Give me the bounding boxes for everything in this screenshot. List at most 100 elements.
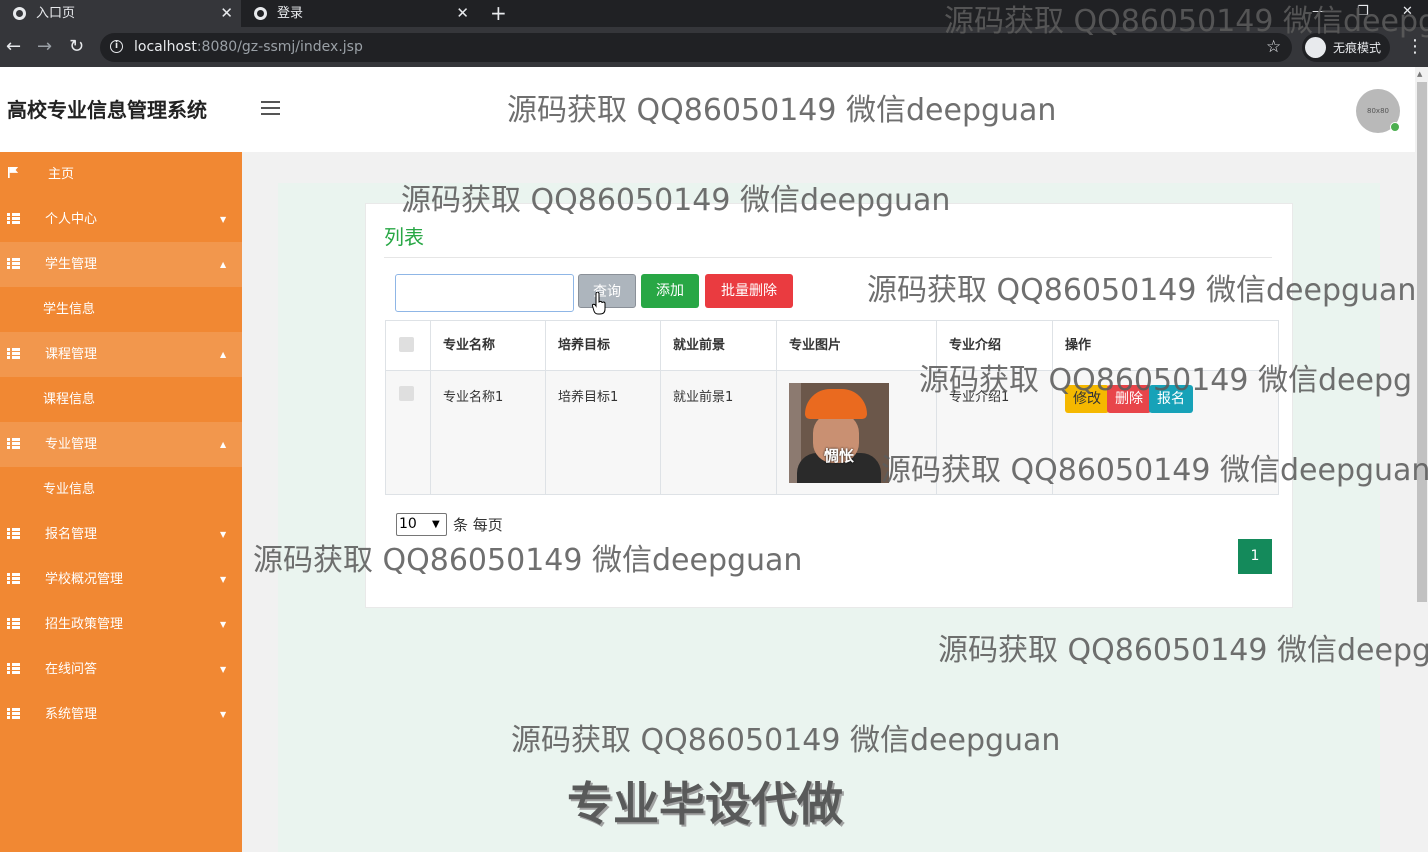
row-checkbox[interactable] [399,386,414,401]
sidebar-item-home[interactable]: 主页 [0,152,242,197]
column-header: 培养目标 [545,320,661,371]
app-title: 高校专业信息管理系统 [7,98,207,122]
sidebar-item-label: 课程信息 [43,392,96,407]
caret-down-icon: ▼ [220,620,227,629]
sidebar-item-label: 课程管理 [45,347,98,362]
sidebar-item-online-qa[interactable]: 在线问答 ▼ [0,647,242,692]
grid-icon [7,618,20,629]
incognito-label: 无痕模式 [1333,41,1382,55]
column-header: 专业名称 [430,320,546,371]
caret-up-icon: ▲ [220,350,227,359]
sidebar: 主页 个人中心 ▼ 学生管理 ▲ 学生信息 课程管理 ▲ 课程信息 专业管理 ▲… [0,152,242,852]
column-header: 专业图片 [776,320,937,371]
watermark-text: 源码获取 QQ86050149 微信deepguan [253,543,803,578]
sidebar-item-major-management[interactable]: 专业管理 ▲ [0,422,242,467]
incognito-icon [1305,37,1326,58]
caret-down-icon: ▼ [220,665,227,674]
watermark-text: 源码获取 QQ86050149 微信deepguan [401,183,951,218]
back-icon[interactable]: ← [6,34,21,60]
scrollbar-thumb[interactable] [1417,82,1427,602]
page-size-value: 10 [399,516,417,532]
caret-up-icon: ▲ [220,260,227,269]
sidebar-item-label: 主页 [48,167,75,182]
cell-major-name: 专业名称1 [430,370,546,495]
sidebar-item-label: 学生管理 [45,257,98,272]
search-input[interactable] [395,274,574,312]
query-button[interactable]: 查询 [578,274,636,308]
sidebar-item-system-management[interactable]: 系统管理 ▼ [0,692,242,737]
watermark-text: 源码获取 QQ86050149 微信deepguan [881,453,1428,488]
grid-icon [7,528,20,539]
new-tab-button[interactable]: + [490,0,507,27]
scroll-up-icon[interactable]: ▲ [1417,70,1422,78]
select-all-checkbox[interactable] [399,337,414,352]
hamburger-menu-icon[interactable] [261,101,280,115]
browser-tab-login[interactable]: 登录 ✕ [241,0,477,27]
grid-icon [7,213,20,224]
grid-icon [7,348,20,359]
sidebar-item-label: 招生政策管理 [45,617,124,632]
page-number-button[interactable]: 1 [1238,539,1272,574]
watermark-text: 源码获取 QQ86050149 微信deepguan [507,93,1057,128]
divider [384,257,1272,258]
online-status-dot [1390,122,1400,132]
watermark-text: 源码获取 QQ86050149 微信deepg [919,363,1413,398]
forward-icon[interactable]: → [37,34,52,60]
image-caption: 惆怅 [823,447,854,465]
major-image: 惆怅 [789,383,889,483]
sidebar-item-personal-center[interactable]: 个人中心 ▼ [0,197,242,242]
grid-icon [7,573,20,584]
sidebar-item-label: 系统管理 [45,707,98,722]
browser-tab-home[interactable]: 入口页 ✕ [0,0,241,27]
globe-icon [254,7,267,20]
caret-down-icon: ▼ [220,215,227,224]
watermark-text: 源码获取 QQ86050149 微信deepg [944,4,1428,39]
sidebar-item-student-management[interactable]: 学生管理 ▲ [0,242,242,287]
sidebar-item-label: 个人中心 [45,212,98,227]
sidebar-item-school-overview[interactable]: 学校概况管理 ▼ [0,557,242,602]
watermark-big-text: 专业毕设代做 [567,777,843,831]
close-icon[interactable]: ✕ [220,0,233,27]
sidebar-item-course-management[interactable]: 课程管理 ▲ [0,332,242,377]
globe-icon [13,7,26,20]
select-all-cell [385,320,431,371]
tab-label: 入口页 [36,6,76,21]
sidebar-item-enrollment-management[interactable]: 报名管理 ▼ [0,512,242,557]
chevron-down-icon: ▼ [432,519,440,530]
batch-delete-button[interactable]: 批量删除 [705,274,793,308]
grid-icon [7,258,20,269]
cell-training-goal: 培养目标1 [545,370,661,495]
row-select-cell [385,370,431,495]
grid-icon [7,708,20,719]
reload-icon[interactable]: ↻ [69,34,84,60]
sidebar-item-label: 学生信息 [43,302,96,317]
sidebar-item-admission-policy[interactable]: 招生政策管理 ▼ [0,602,242,647]
sidebar-subitem-student-info[interactable]: 学生信息 [0,287,242,332]
watermark-text: 源码获取 QQ86050149 微信deepguan [867,273,1417,308]
sidebar-item-label: 专业信息 [43,482,96,497]
card-title: 列表 [384,225,424,249]
tab-label: 登录 [277,6,304,21]
caret-down-icon: ▼ [220,575,227,584]
page-size-suffix: 条 每页 [453,516,503,534]
grid-icon [7,663,20,674]
watermark-text: 源码获取 QQ86050149 微信deepgu [938,633,1428,668]
info-icon[interactable]: i [110,40,123,53]
add-button[interactable]: 添加 [641,274,699,308]
hand-cursor-icon [592,292,606,315]
url-text[interactable]: localhost:8080/gz-ssmj/index.jsp [134,37,363,57]
close-icon[interactable]: ✕ [456,0,469,27]
grid-icon [7,438,20,449]
sidebar-subitem-course-info[interactable]: 课程信息 [0,377,242,422]
cell-career-prospect: 就业前景1 [660,370,777,495]
caret-down-icon: ▼ [220,530,227,539]
sidebar-item-label: 专业管理 [45,437,98,452]
caret-up-icon: ▲ [220,440,227,449]
sidebar-subitem-major-info[interactable]: 专业信息 [0,467,242,512]
flag-icon [8,167,19,178]
watermark-text: 源码获取 QQ86050149 微信deepguan [511,723,1061,758]
caret-down-icon: ▼ [220,710,227,719]
sidebar-item-label: 在线问答 [45,662,98,677]
sidebar-item-label: 学校概况管理 [45,572,124,587]
sidebar-item-label: 报名管理 [45,527,98,542]
